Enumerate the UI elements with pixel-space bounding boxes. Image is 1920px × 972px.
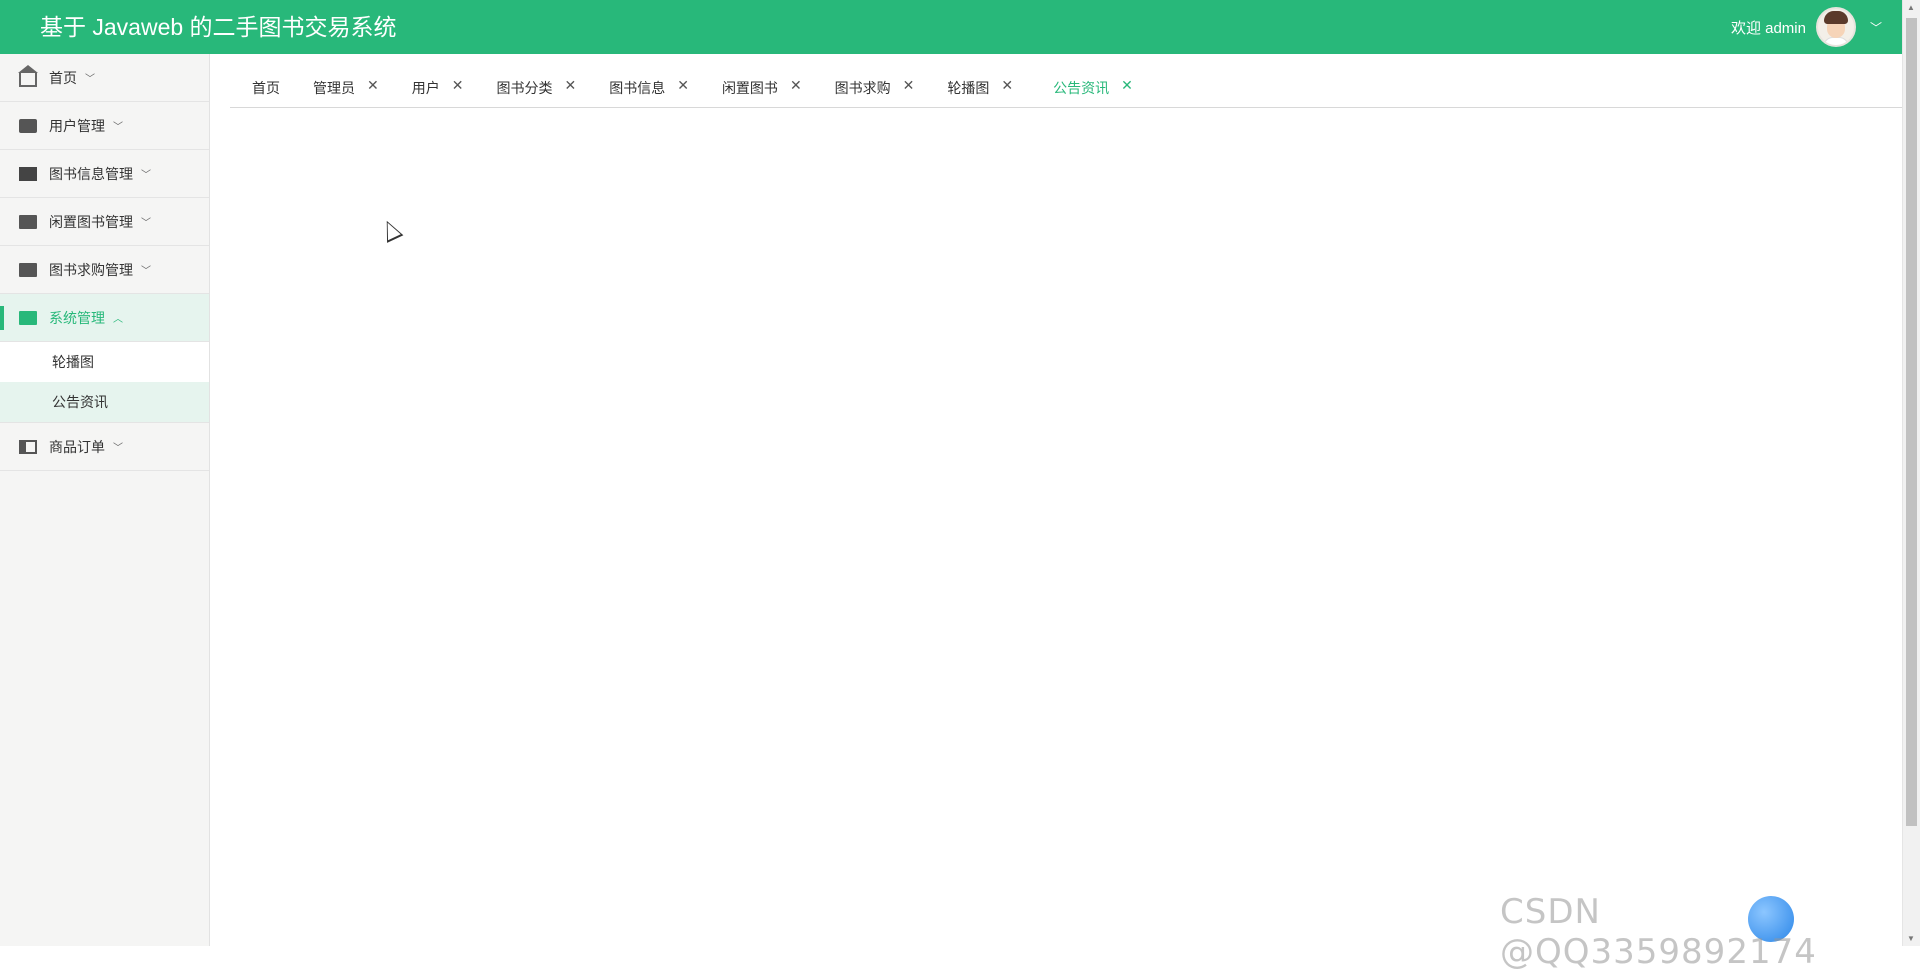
tab-book-categories[interactable]: 图书分类 ✕: [473, 68, 586, 108]
close-icon[interactable]: ✕: [367, 77, 379, 94]
close-icon[interactable]: ✕: [677, 77, 689, 94]
tab-label: 闲置图书: [721, 79, 778, 96]
sidebar-item-label: 用户管理: [49, 117, 105, 134]
wallet-icon: [19, 118, 37, 133]
close-icon[interactable]: ✕: [564, 77, 576, 94]
close-icon[interactable]: ✕: [1121, 77, 1133, 94]
book-icon: [19, 310, 37, 325]
tab-book-requests[interactable]: 图书求购 ✕: [812, 68, 925, 108]
tab-book-info[interactable]: 图书信息 ✕: [586, 68, 699, 108]
chevron-down-icon[interactable]: ﹀: [1870, 19, 1882, 36]
sidebar-item-book-requests[interactable]: 图书求购管理 ﹀: [0, 246, 209, 294]
chevron-up-icon: ︿: [113, 314, 123, 325]
tab-home[interactable]: 首页: [230, 68, 290, 108]
welcome-text: 欢迎 admin: [1730, 19, 1806, 37]
tab-bar: 首页 管理员 ✕ 用户 ✕ 图书分类 ✕ 图书信息 ✕ 闲置图书 ✕ 图书求购 …: [230, 68, 1902, 108]
scroll-down-icon[interactable]: ▼: [1907, 934, 1915, 943]
home-icon: [18, 64, 38, 87]
sidebar: 首页 ﹀ 用户管理 ﹀ 图书信息管理 ﹀ 闲置图书管理 ﹀ 图书求购管理 ﹀ 系…: [0, 54, 210, 946]
tab-announcements[interactable]: 公告资讯 ✕: [1023, 68, 1143, 108]
tab-users[interactable]: 用户 ✕: [389, 68, 474, 108]
watermark: CSDN @QQ3359892174: [1500, 892, 1817, 972]
sidebar-item-home[interactable]: 首页 ﹀: [0, 54, 209, 102]
tab-idle-books[interactable]: 闲置图书 ✕: [699, 68, 812, 108]
sidebar-item-label: 系统管理: [49, 309, 105, 326]
chevron-down-icon: ﹀: [141, 266, 151, 277]
sidebar-item-system[interactable]: 系统管理 ︿: [0, 294, 209, 342]
card-icon: [19, 439, 37, 454]
tab-carousel[interactable]: 轮播图 ✕: [924, 68, 1023, 108]
sidebar-item-label: 首页: [49, 69, 77, 86]
sidebar-item-book-info[interactable]: 图书信息管理 ﹀: [0, 150, 209, 198]
sidebar-item-label: 图书求购管理: [49, 261, 133, 278]
sidebar-item-label: 图书信息管理: [49, 165, 133, 182]
tab-admins[interactable]: 管理员 ✕: [290, 68, 389, 108]
bar-icon: [19, 166, 37, 181]
page-scrollbar[interactable]: ▲ ▼: [1902, 0, 1920, 946]
tab-label: 用户: [411, 79, 440, 96]
avatar[interactable]: [1815, 7, 1856, 47]
scroll-up-icon[interactable]: ▲: [1907, 3, 1915, 12]
sidebar-item-label: 商品订单: [49, 438, 105, 455]
archive-icon: [19, 262, 37, 277]
chevron-down-icon: ﹀: [85, 74, 95, 85]
sidebar-subitem-announcements[interactable]: 公告资讯: [0, 382, 209, 422]
sidebar-subitem-carousel[interactable]: 轮播图: [0, 342, 209, 382]
sidebar-item-users[interactable]: 用户管理 ﹀: [0, 102, 209, 150]
tab-label: 公告资讯: [1053, 79, 1110, 96]
scrollbar-thumb[interactable]: [1906, 18, 1917, 826]
chevron-down-icon: ﹀: [113, 443, 123, 454]
chevron-down-icon: ﹀: [141, 218, 151, 229]
tab-label: 首页: [252, 79, 280, 96]
tab-label: 图书求购: [834, 79, 891, 96]
tab-label: 管理员: [313, 79, 355, 96]
app-title: 基于 Javaweb 的二手图书交易系统: [40, 14, 397, 40]
chevron-down-icon: ﹀: [113, 122, 123, 133]
user-menu[interactable]: 欢迎 admin ﹀: [1730, 7, 1882, 47]
gift-icon: [19, 214, 37, 229]
main-content: 首页 管理员 ✕ 用户 ✕ 图书分类 ✕ 图书信息 ✕ 闲置图书 ✕ 图书求购 …: [211, 54, 1902, 946]
chevron-down-icon: ﹀: [141, 170, 151, 181]
sidebar-item-idle-books[interactable]: 闲置图书管理 ﹀: [0, 198, 209, 246]
tab-label: 轮播图: [947, 79, 990, 96]
submenu-system: 轮播图 公告资讯: [0, 342, 209, 423]
close-icon[interactable]: ✕: [790, 77, 802, 94]
tab-label: 图书信息: [609, 79, 666, 96]
top-header: 基于 Javaweb 的二手图书交易系统 欢迎 admin ﹀: [0, 0, 1902, 54]
close-icon[interactable]: ✕: [903, 77, 915, 94]
tab-label: 图书分类: [496, 79, 553, 96]
close-icon[interactable]: ✕: [1001, 77, 1013, 94]
sidebar-item-label: 闲置图书管理: [49, 213, 133, 230]
sidebar-item-orders[interactable]: 商品订单 ﹀: [0, 423, 209, 471]
close-icon[interactable]: ✕: [452, 77, 464, 94]
